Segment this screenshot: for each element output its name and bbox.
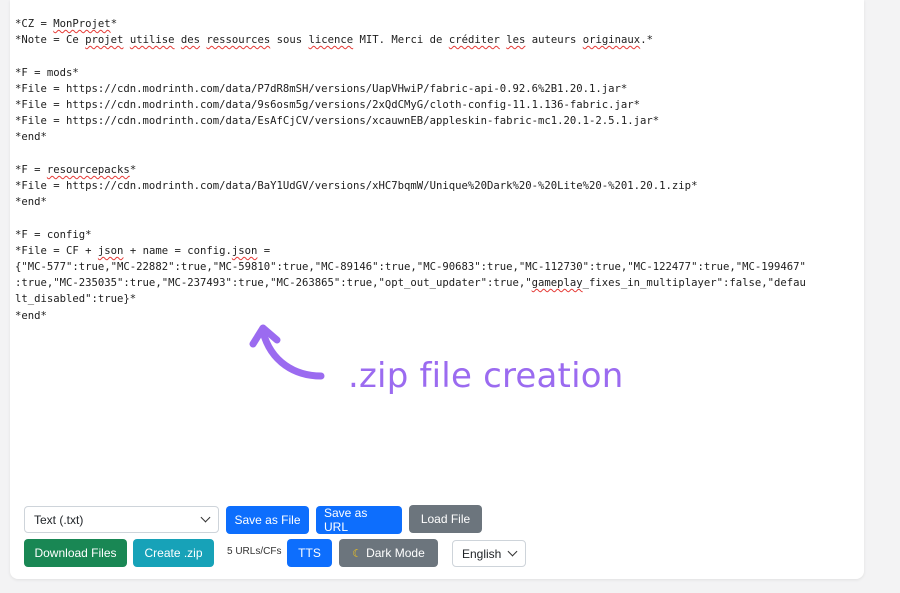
misspelled-word: originaux [582, 34, 641, 47]
chevron-down-icon [507, 546, 518, 557]
editor-text: = [257, 244, 271, 257]
editor-line: *F = mods* [15, 65, 845, 81]
editor-line: *File = https://cdn.modrinth.com/data/P7… [15, 81, 845, 97]
editor-line: :true,"MC-235035":true,"MC-237493":true,… [15, 275, 845, 291]
editor-line: *Note = Ce projet utilise des ressources… [15, 32, 845, 48]
tts-button[interactable]: TTS [287, 539, 332, 567]
editor-text: {"MC-577":true,"MC-22882":true,"MC-59810… [15, 261, 806, 273]
editor-text: :true,"MC-235035":true,"MC-237493":true,… [15, 277, 532, 290]
editor-line: *end* [15, 308, 845, 324]
download-files-button[interactable]: Download Files [24, 539, 127, 567]
editor-line: *File = https://cdn.modrinth.com/data/9s… [15, 97, 845, 113]
misspelled-word: ressources [206, 34, 271, 47]
editor-text: *Note = Ce [15, 34, 86, 47]
misspelled-word: licence [308, 34, 354, 47]
format-select[interactable]: Text (.txt) [24, 506, 219, 533]
editor-text: + name = config. [123, 244, 232, 257]
moon-icon: ☾ [352, 547, 363, 560]
url-count-label: 5 URLs/CFs [227, 546, 282, 557]
editor-text: lt_disabled":true}* [15, 293, 137, 306]
editor-line: *end* [15, 194, 845, 210]
editor-text: *end* [15, 196, 47, 209]
misspelled-word: les [506, 34, 526, 47]
editor-line: *F = resourcepacks* [15, 162, 845, 178]
editor-line: *File = CF + json + name = config.json = [15, 243, 845, 259]
save-as-file-button[interactable]: Save as File [226, 506, 309, 534]
editor-text: auteurs [525, 34, 583, 47]
format-select-value: Text (.txt) [34, 512, 84, 527]
editor-text: *end* [15, 131, 47, 144]
chevron-down-icon [200, 512, 211, 523]
editor-text: * [110, 18, 118, 30]
editor-text: *File = https://cdn.modrinth.com/data/Ba… [15, 180, 698, 192]
editor-text: *F = [15, 163, 47, 176]
editor-text: *end* [15, 309, 47, 322]
editor-text: MIT. Merci de [353, 34, 449, 47]
editor-text: *F = config* [15, 228, 92, 241]
misspelled-word: resourcepacks [46, 163, 130, 176]
editor-text: *File = https://cdn.modrinth.com/data/P7… [15, 82, 628, 95]
load-file-button[interactable]: Load File [409, 505, 482, 533]
editor-line: *end* [15, 129, 845, 145]
editor-line: lt_disabled":true}* [15, 291, 845, 307]
editor-text: *CZ = [15, 18, 54, 30]
editor-text: *File = https://cdn.modrinth.com/data/9s… [15, 99, 641, 111]
misspelled-word: projet [85, 34, 124, 47]
language-select[interactable]: English [452, 540, 526, 567]
misspelled-word: gameplay [531, 277, 583, 290]
misspelled-word: des [180, 34, 201, 47]
editor-text: .* [640, 34, 653, 47]
dark-mode-button[interactable]: ☾ Dark Mode [339, 539, 438, 567]
misspelled-word: MonProjet [53, 18, 111, 30]
save-as-url-button[interactable]: Save as URL [316, 506, 402, 534]
language-select-value: English [462, 546, 502, 561]
misspelled-word: json [231, 244, 258, 257]
text-editor[interactable]: *CZ = MonProjet* *Note = Ce projet utilis… [15, 16, 845, 486]
misspelled-word: utilise [129, 34, 175, 47]
editor-text: * [129, 163, 137, 176]
misspelled-word: json [97, 244, 124, 257]
arrow-annotation-icon [249, 324, 325, 380]
editor-text: _fixes_in_multiplayer":false,"defau [582, 277, 806, 290]
dark-mode-label: Dark Mode [366, 546, 425, 560]
editor-line: *CZ = MonProjet* [15, 16, 845, 32]
editor-text: *F = mods* [15, 66, 79, 79]
editor-text: *File = CF + [15, 244, 98, 257]
zip-creation-annotation: .zip file creation [348, 356, 624, 396]
editor-text: *File = https://cdn.modrinth.com/data/Es… [15, 115, 660, 128]
editor-line: {"MC-577":true,"MC-22882":true,"MC-59810… [15, 259, 845, 275]
editor-line: *F = config* [15, 227, 845, 243]
editor-line: *File = https://cdn.modrinth.com/data/Ba… [15, 178, 845, 194]
editor-line: *File = https://cdn.modrinth.com/data/Es… [15, 113, 845, 129]
create-zip-button[interactable]: Create .zip [133, 539, 214, 567]
editor-text: sous [270, 34, 309, 47]
misspelled-word: créditer [448, 34, 500, 47]
